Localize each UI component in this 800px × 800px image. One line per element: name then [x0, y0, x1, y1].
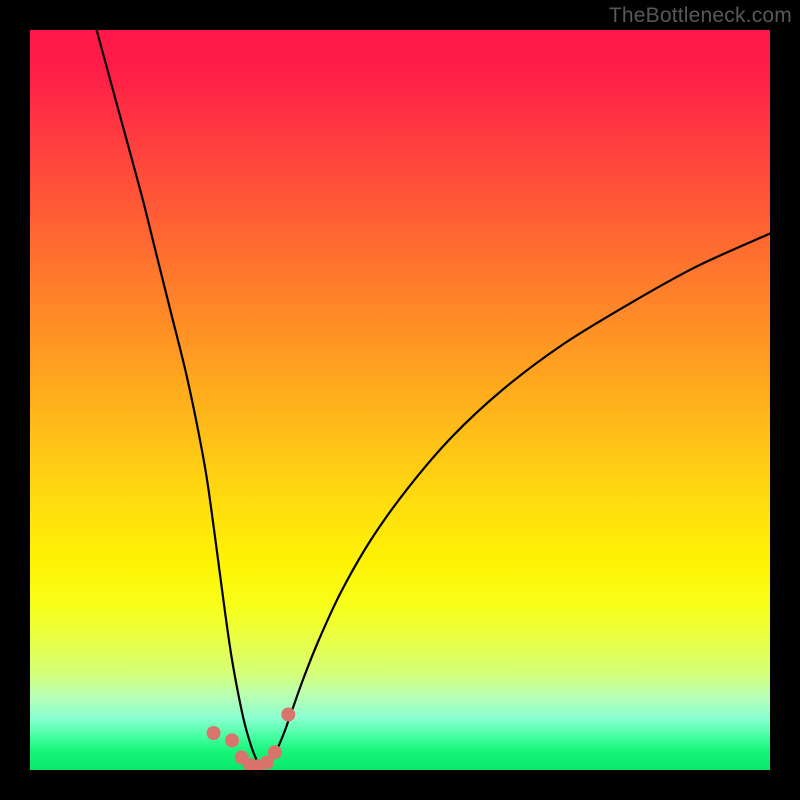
- data-point: [207, 726, 221, 740]
- plot-area: [30, 30, 770, 770]
- curve-layer: [30, 30, 770, 770]
- watermark-text: TheBottleneck.com: [609, 4, 792, 28]
- data-point: [281, 708, 295, 722]
- chart-frame: TheBottleneck.com: [0, 0, 800, 800]
- data-point: [268, 745, 282, 759]
- data-point: [225, 733, 239, 747]
- bottleneck-curve: [97, 30, 770, 767]
